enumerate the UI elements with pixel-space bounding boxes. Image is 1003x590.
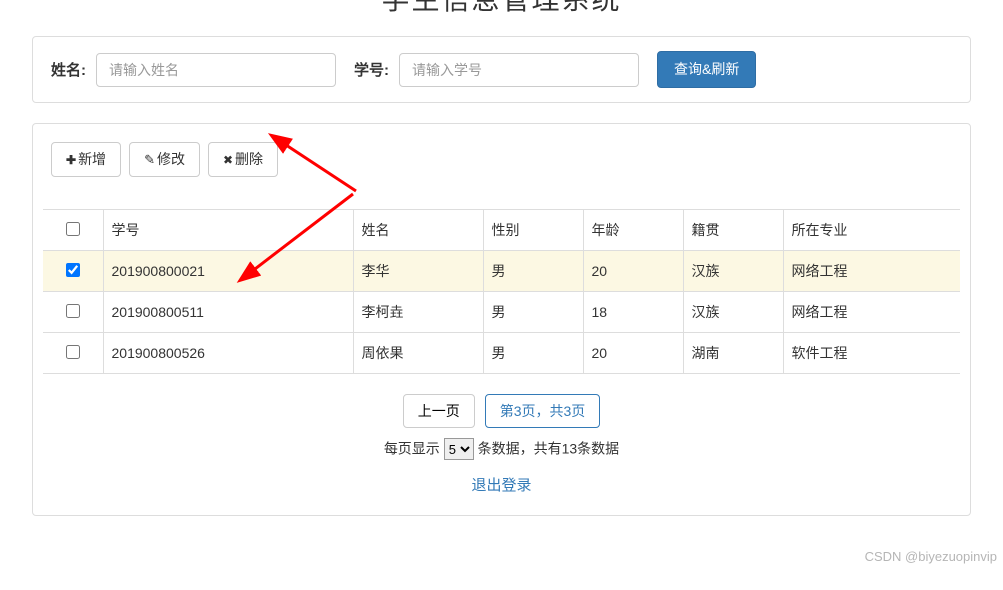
edit-button-label: 修改 bbox=[157, 149, 185, 170]
header-age: 年龄 bbox=[583, 210, 683, 251]
times-icon bbox=[223, 149, 235, 170]
edit-button[interactable]: 修改 bbox=[129, 142, 200, 177]
pagination: 上一页 第3页，共3页 bbox=[43, 394, 960, 428]
cell-major: 网络工程 bbox=[783, 251, 960, 292]
id-label: 学号: bbox=[354, 59, 389, 80]
row-checkbox[interactable] bbox=[66, 263, 80, 277]
current-page-indicator: 第3页，共3页 bbox=[485, 394, 601, 428]
add-button[interactable]: 新增 bbox=[51, 142, 121, 177]
cell-name: 周依果 bbox=[353, 333, 483, 374]
select-all-checkbox[interactable] bbox=[66, 222, 80, 236]
cell-age: 18 bbox=[583, 292, 683, 333]
cell-origin: 汉族 bbox=[683, 292, 783, 333]
cell-age: 20 bbox=[583, 333, 683, 374]
table-row[interactable]: 201900800526 周依果 男 20 湖南 软件工程 bbox=[43, 333, 960, 374]
per-page-suffix: 条数据，共有13条数据 bbox=[478, 441, 620, 457]
header-origin: 籍贯 bbox=[683, 210, 783, 251]
query-refresh-button[interactable]: 查询&刷新 bbox=[657, 51, 756, 88]
cell-origin: 汉族 bbox=[683, 251, 783, 292]
table-row[interactable]: 201900800021 李华 男 20 汉族 网络工程 bbox=[43, 251, 960, 292]
cell-gender: 男 bbox=[483, 333, 583, 374]
header-name: 姓名 bbox=[353, 210, 483, 251]
per-page-select[interactable]: 5 bbox=[444, 438, 474, 460]
name-input[interactable] bbox=[96, 53, 336, 87]
student-table: 学号 姓名 性别 年龄 籍贯 所在专业 201900800021 李华 男 20… bbox=[43, 209, 960, 374]
page-info: 每页显示 5 条数据，共有13条数据 bbox=[43, 438, 960, 460]
header-student-id: 学号 bbox=[103, 210, 353, 251]
per-page-prefix: 每页显示 bbox=[384, 441, 440, 457]
row-checkbox[interactable] bbox=[66, 304, 80, 318]
search-panel: 姓名: 学号: 查询&刷新 bbox=[32, 36, 971, 103]
cell-student-id: 201900800511 bbox=[103, 292, 353, 333]
search-row: 姓名: 学号: 查询&刷新 bbox=[51, 51, 952, 88]
header-major: 所在专业 bbox=[783, 210, 960, 251]
header-gender: 性别 bbox=[483, 210, 583, 251]
name-label: 姓名: bbox=[51, 59, 86, 80]
delete-button-label: 删除 bbox=[235, 149, 263, 170]
cell-name: 李柯垚 bbox=[353, 292, 483, 333]
toolbar: 新增 修改 删除 bbox=[43, 134, 960, 205]
pencil-icon bbox=[144, 149, 157, 170]
header-checkbox-cell bbox=[43, 210, 103, 251]
cell-origin: 湖南 bbox=[683, 333, 783, 374]
logout-row: 退出登录 bbox=[43, 474, 960, 495]
watermark: CSDN @biyezuopinvip bbox=[865, 549, 997, 564]
delete-button[interactable]: 删除 bbox=[208, 142, 278, 177]
row-checkbox[interactable] bbox=[66, 345, 80, 359]
add-button-label: 新增 bbox=[78, 149, 106, 170]
cell-age: 20 bbox=[583, 251, 683, 292]
logout-link[interactable]: 退出登录 bbox=[471, 477, 531, 494]
cell-gender: 男 bbox=[483, 292, 583, 333]
table-row[interactable]: 201900800511 李柯垚 男 18 汉族 网络工程 bbox=[43, 292, 960, 333]
plus-icon bbox=[66, 149, 78, 170]
cell-student-id: 201900800526 bbox=[103, 333, 353, 374]
cell-name: 李华 bbox=[353, 251, 483, 292]
cell-student-id: 201900800021 bbox=[103, 251, 353, 292]
table-panel: 新增 修改 删除 学号 姓名 性别 年龄 籍贯 所在专业 bbox=[32, 123, 971, 516]
id-input[interactable] bbox=[399, 53, 639, 87]
cell-major: 软件工程 bbox=[783, 333, 960, 374]
cell-gender: 男 bbox=[483, 251, 583, 292]
cell-major: 网络工程 bbox=[783, 292, 960, 333]
prev-page-button[interactable]: 上一页 bbox=[403, 394, 475, 428]
page-title: 学生信息管理系统 bbox=[0, 0, 1003, 18]
table-header-row: 学号 姓名 性别 年龄 籍贯 所在专业 bbox=[43, 210, 960, 251]
